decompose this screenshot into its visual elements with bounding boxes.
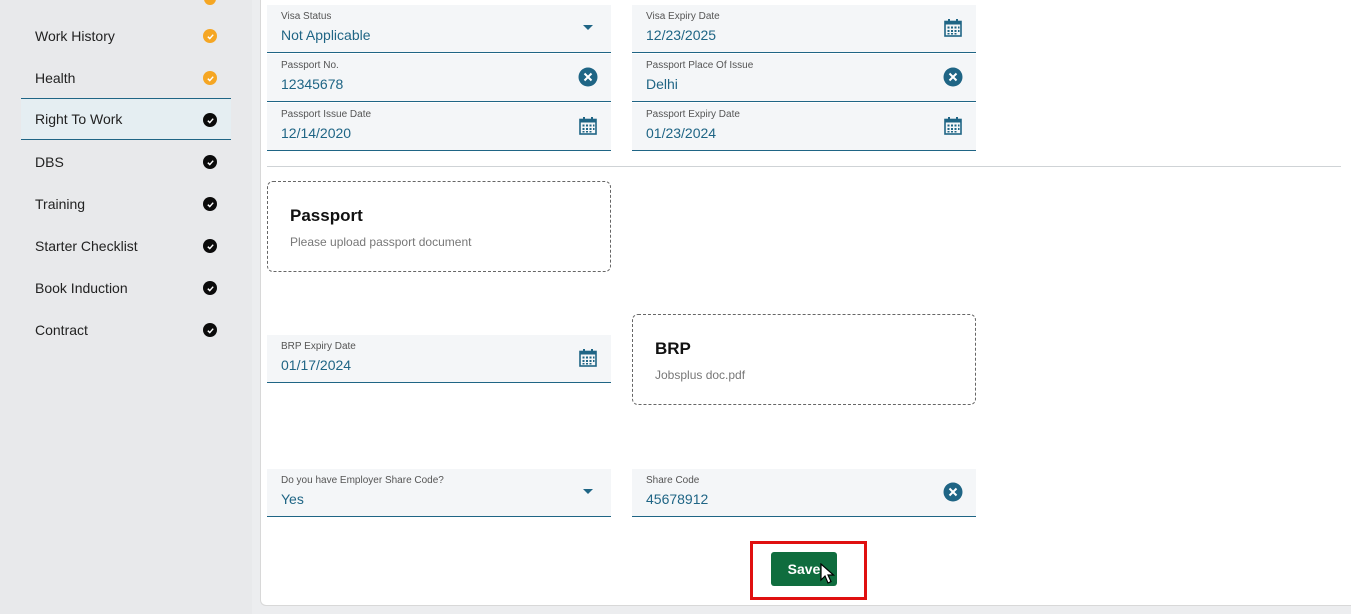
passport-upload-dropzone[interactable]: Passport Please upload passport document	[267, 181, 611, 272]
field-value: 01/17/2024	[281, 357, 352, 373]
sidebar-item-right-to-work[interactable]: Right To Work	[21, 98, 231, 140]
chevron-down-icon[interactable]	[577, 17, 599, 39]
field-label: BRP Expiry Date	[281, 341, 356, 352]
field-value: 12/23/2025	[646, 27, 717, 43]
field-label: Passport Expiry Date	[646, 109, 740, 120]
check-icon	[203, 197, 217, 211]
upload-title: Passport	[290, 206, 363, 225]
field-label: Passport No.	[281, 60, 339, 71]
passport-place-of-issue-field[interactable]: Passport Place Of Issue Delhi	[632, 54, 976, 102]
sidebar-item-health[interactable]: Health	[21, 57, 231, 99]
clear-icon[interactable]	[577, 66, 599, 88]
sidebar-item-training[interactable]: Training	[21, 183, 231, 225]
brp-upload-dropzone[interactable]: BRP Jobsplus doc.pdf	[632, 314, 976, 405]
brp-expiry-date-field[interactable]: BRP Expiry Date 01/17/2024	[267, 335, 611, 383]
sidebar-item-label: Health	[35, 70, 76, 86]
field-label: Visa Expiry Date	[646, 11, 720, 22]
check-icon	[203, 29, 217, 43]
upload-title: BRP	[655, 339, 691, 358]
passport-no-field[interactable]: Passport No. 12345678	[267, 54, 611, 102]
sidebar-item-work-history[interactable]: Work History	[21, 15, 231, 57]
sidebar-item-label: Work History	[35, 28, 115, 44]
sidebar-item-contract[interactable]: Contract	[21, 309, 231, 351]
passport-expiry-date-field[interactable]: Passport Expiry Date 01/23/2024	[632, 103, 976, 151]
employer-share-code-select[interactable]: Do you have Employer Share Code? Yes	[267, 469, 611, 517]
clear-icon[interactable]	[942, 66, 964, 88]
sidebar-item-starter-checklist[interactable]: Starter Checklist	[21, 225, 231, 267]
field-value: 12/14/2020	[281, 125, 352, 141]
field-label: Share Code	[646, 475, 700, 486]
clear-icon[interactable]	[942, 481, 964, 503]
check-icon	[203, 281, 217, 295]
field-value: 12345678	[281, 76, 344, 92]
mouse-cursor-icon	[820, 563, 836, 584]
status-check-icon	[204, 0, 216, 5]
section-divider	[267, 166, 1341, 167]
share-code-field[interactable]: Share Code 45678912	[632, 469, 976, 517]
calendar-icon[interactable]	[942, 17, 964, 39]
visa-status-select[interactable]: Visa Status Not Applicable	[267, 5, 611, 53]
visa-expiry-date-field[interactable]: Visa Expiry Date 12/23/2025	[632, 5, 976, 53]
field-label: Passport Issue Date	[281, 109, 372, 120]
field-value: Yes	[281, 491, 304, 507]
field-value: Not Applicable	[281, 27, 371, 43]
sidebar-item-dbs[interactable]: DBS	[21, 141, 231, 183]
field-label: Visa Status	[281, 11, 332, 22]
field-label: Passport Place Of Issue	[646, 60, 754, 71]
field-value: 01/23/2024	[646, 125, 717, 141]
field-label: Do you have Employer Share Code?	[281, 475, 444, 486]
upload-subtitle: Please upload passport document	[290, 235, 472, 249]
chevron-down-icon[interactable]	[577, 481, 599, 503]
check-icon	[203, 113, 217, 127]
field-value: Delhi	[646, 76, 678, 92]
check-icon	[203, 71, 217, 85]
sidebar-item-label: Training	[35, 196, 86, 212]
sidebar-item-label: Starter Checklist	[35, 238, 138, 254]
check-icon	[203, 323, 217, 337]
field-value: 45678912	[646, 491, 709, 507]
sidebar-item-label: DBS	[35, 154, 64, 170]
calendar-icon[interactable]	[577, 115, 599, 137]
sidebar-item-label: Book Induction	[35, 280, 128, 296]
passport-issue-date-field[interactable]: Passport Issue Date 12/14/2020	[267, 103, 611, 151]
sidebar-item-label: Contract	[35, 322, 88, 338]
check-icon	[203, 155, 217, 169]
calendar-icon[interactable]	[577, 347, 599, 369]
sidebar: Work History Health Right To Work DBS Tr…	[0, 0, 252, 614]
check-icon	[203, 239, 217, 253]
upload-file-name: Jobsplus doc.pdf	[655, 368, 746, 382]
calendar-icon[interactable]	[942, 115, 964, 137]
sidebar-item-label: Right To Work	[35, 111, 123, 127]
sidebar-item-book-induction[interactable]: Book Induction	[21, 267, 231, 309]
